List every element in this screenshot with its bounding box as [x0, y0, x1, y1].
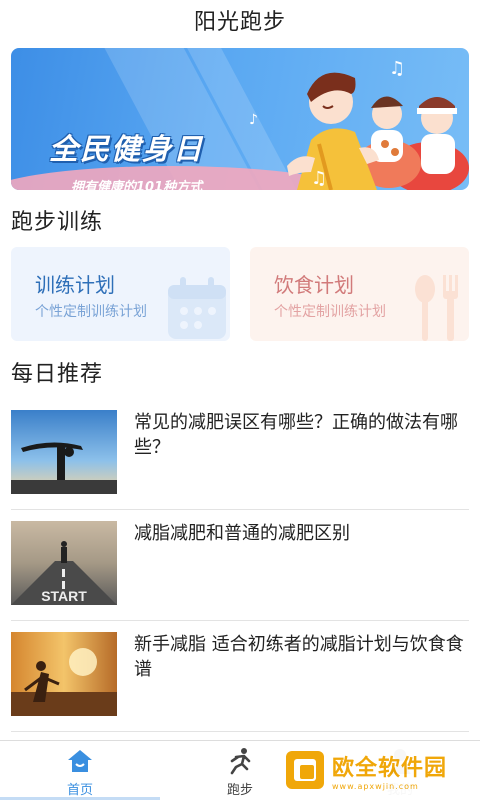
article-thumbnail [11, 410, 117, 494]
calendar-icon [168, 277, 226, 339]
card-title: 训练计划 [35, 273, 115, 297]
running-icon [230, 748, 251, 775]
watermark-logo-icon [286, 751, 324, 789]
watermark-url: www.apxwjin.com [332, 781, 419, 791]
site-watermark: 欧全软件园 www.apxwjin.com [278, 745, 474, 795]
banner-subtitle: 拥有健康的101种方式 [71, 180, 203, 190]
nav-tab-home[interactable]: 首页 [40, 747, 120, 798]
article-item[interactable]: START 减脂减肥和普通的减肥区别 [11, 521, 469, 621]
training-plan-card[interactable]: 训练计划 个性定制训练计划 [11, 247, 230, 341]
article-title: 减脂减肥和普通的减肥区别 [134, 523, 350, 544]
article-title: 常见的减肥误区有哪些？正确的做法有哪些？ [134, 412, 458, 458]
card-subtitle: 个性定制训练计划 [274, 304, 386, 320]
music-note-icon: ♫ [311, 168, 328, 189]
article-item[interactable]: 新手减脂 适合初练者的减脂计划与饮食食谱 [11, 632, 469, 732]
nav-label-home: 首页 [66, 783, 93, 798]
nav-label-running: 跑步 [226, 783, 253, 798]
watermark-title: 欧全软件园 [332, 755, 448, 781]
page-title: 阳光跑步 [193, 10, 286, 35]
nav-tab-running[interactable]: 跑步 [200, 747, 280, 798]
article-thumbnail [11, 632, 117, 716]
article-thumbnail: START [11, 521, 117, 605]
section-title-training: 跑步训练 [11, 210, 104, 235]
card-subtitle: 个性定制训练计划 [35, 304, 147, 320]
cutlery-icon [415, 275, 458, 341]
music-note-icon: ♫ [389, 58, 406, 79]
card-title: 饮食计划 [274, 273, 354, 297]
article-item[interactable]: 常见的减肥误区有哪些？正确的做法有哪些？ [11, 410, 469, 510]
diet-plan-card[interactable]: 饮食计划 个性定制训练计划 [250, 247, 469, 341]
section-title-daily: 每日推荐 [11, 362, 104, 387]
banner-title: 全民健身日 [49, 132, 205, 166]
svg-text:START: START [41, 588, 87, 604]
promo-banner[interactable]: 全民健身日 拥有健康的101种方式 ♫ ♪ ♫ [11, 48, 469, 190]
app-screen: 阳光跑步 全民健身日 拥有健康的101种方式 ♫ ♪ ♫ 跑步训练 训练计划 个… [0, 0, 480, 800]
article-title: 新手减脂 适合初练者的减脂计划与饮食食谱 [134, 634, 464, 680]
music-note-icon: ♪ [249, 112, 258, 128]
runners-illustration [287, 72, 469, 190]
home-icon [68, 750, 92, 772]
